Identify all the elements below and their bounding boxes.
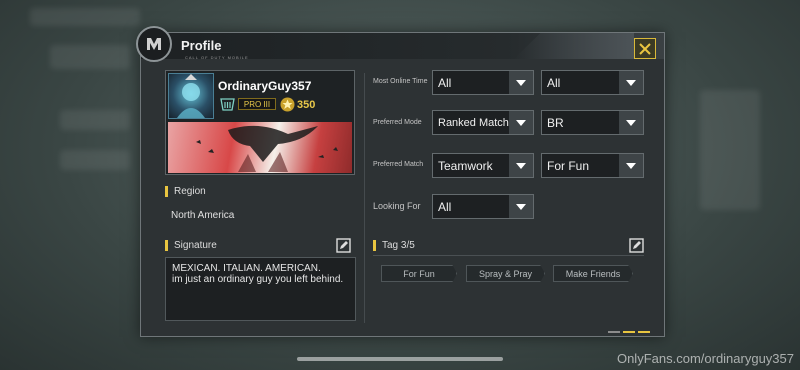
edit-icon: [629, 238, 644, 253]
tag-chip[interactable]: For Fun: [381, 265, 457, 282]
chevron-down-icon: [509, 71, 533, 94]
edit-signature-button[interactable]: [336, 238, 351, 253]
tag-chip[interactable]: Make Friends: [553, 265, 633, 282]
select-value: Ranked Match: [438, 116, 509, 129]
select-value: For Fun: [547, 158, 590, 173]
page-dot: [608, 331, 620, 333]
signature-heading: Signature: [165, 240, 217, 251]
panel-subtitle: CALL OF DUTY MOBILE: [185, 55, 249, 60]
preferred-match-select-2[interactable]: For Fun: [541, 153, 644, 178]
page-dot-active: [623, 331, 635, 333]
chevron-down-icon: [619, 154, 643, 177]
region-heading: Region: [165, 186, 206, 197]
edit-tags-button[interactable]: [629, 238, 644, 253]
tag-divider: [373, 255, 644, 256]
select-value: Teamwork: [438, 158, 493, 173]
panel-title: Profile: [181, 38, 222, 53]
select-value: All: [438, 75, 452, 90]
looking-for-select[interactable]: All: [432, 194, 534, 219]
preferred-mode-select-2[interactable]: BR: [541, 110, 644, 135]
select-value: All: [547, 75, 561, 90]
online-time-select-1[interactable]: All: [432, 70, 534, 95]
tag-heading-label: Tag 3/5: [382, 240, 415, 251]
preferred-match-select-1[interactable]: Teamwork: [432, 153, 534, 178]
region-value: North America: [171, 210, 235, 221]
online-time-select-2[interactable]: All: [541, 70, 644, 95]
panel-header: Profile CALL OF DUTY MOBILE: [136, 26, 664, 62]
accent-bar: [165, 240, 168, 251]
username: OrdinaryGuy357: [218, 79, 312, 93]
star-icon: [280, 97, 295, 117]
edit-icon: [336, 238, 351, 253]
preferred-mode-label: Preferred Mode: [373, 119, 422, 126]
background-blur: [50, 45, 130, 69]
chevron-down-icon: [509, 111, 533, 134]
looking-for-label: Looking For: [373, 201, 421, 211]
player-card: OrdinaryGuy357 PRO III 350: [165, 70, 355, 175]
points-value: 350: [297, 99, 316, 111]
rank-icon: [220, 98, 235, 116]
chevron-down-icon: [619, 111, 643, 134]
profile-panel: Profile CALL OF DUTY MOBILE OrdinaryGuy3…: [136, 26, 665, 337]
close-button[interactable]: [634, 38, 656, 59]
region-heading-label: Region: [174, 186, 206, 197]
signature-text[interactable]: MEXICAN. ITALIAN. AMERICAN. im just an o…: [165, 257, 356, 321]
watermark: OnlyFans.com/ordinaryguy357: [616, 351, 794, 366]
column-divider: [364, 73, 365, 323]
calling-card-banner[interactable]: [168, 122, 352, 173]
background-blur: [60, 150, 130, 170]
background-blur: [700, 90, 760, 210]
signature-heading-label: Signature: [174, 240, 217, 251]
background-blur: [30, 8, 140, 26]
game-logo-icon: [136, 26, 172, 62]
tag-heading: Tag 3/5: [373, 240, 415, 251]
accent-bar: [165, 186, 168, 197]
select-value: All: [438, 199, 452, 214]
accent-bar: [373, 240, 376, 251]
tag-chip[interactable]: Spray & Pray: [466, 265, 545, 282]
rank-badge: PRO III: [238, 98, 276, 110]
online-time-label: Most Online Time: [373, 78, 428, 85]
chevron-down-icon: [509, 154, 533, 177]
select-value: BR: [547, 115, 564, 130]
preferred-mode-select-1[interactable]: Ranked Match: [432, 110, 534, 135]
page-dot-active: [638, 331, 650, 333]
preferred-match-label: Preferred Match: [373, 161, 424, 168]
close-x-icon: [639, 42, 651, 55]
chevron-down-icon: [619, 71, 643, 94]
avatar[interactable]: [168, 73, 214, 119]
chevron-down-icon: [509, 195, 533, 218]
background-blur: [60, 110, 130, 130]
page-indicator: [608, 331, 650, 333]
home-indicator[interactable]: [297, 357, 503, 361]
header-accent: [514, 33, 634, 59]
